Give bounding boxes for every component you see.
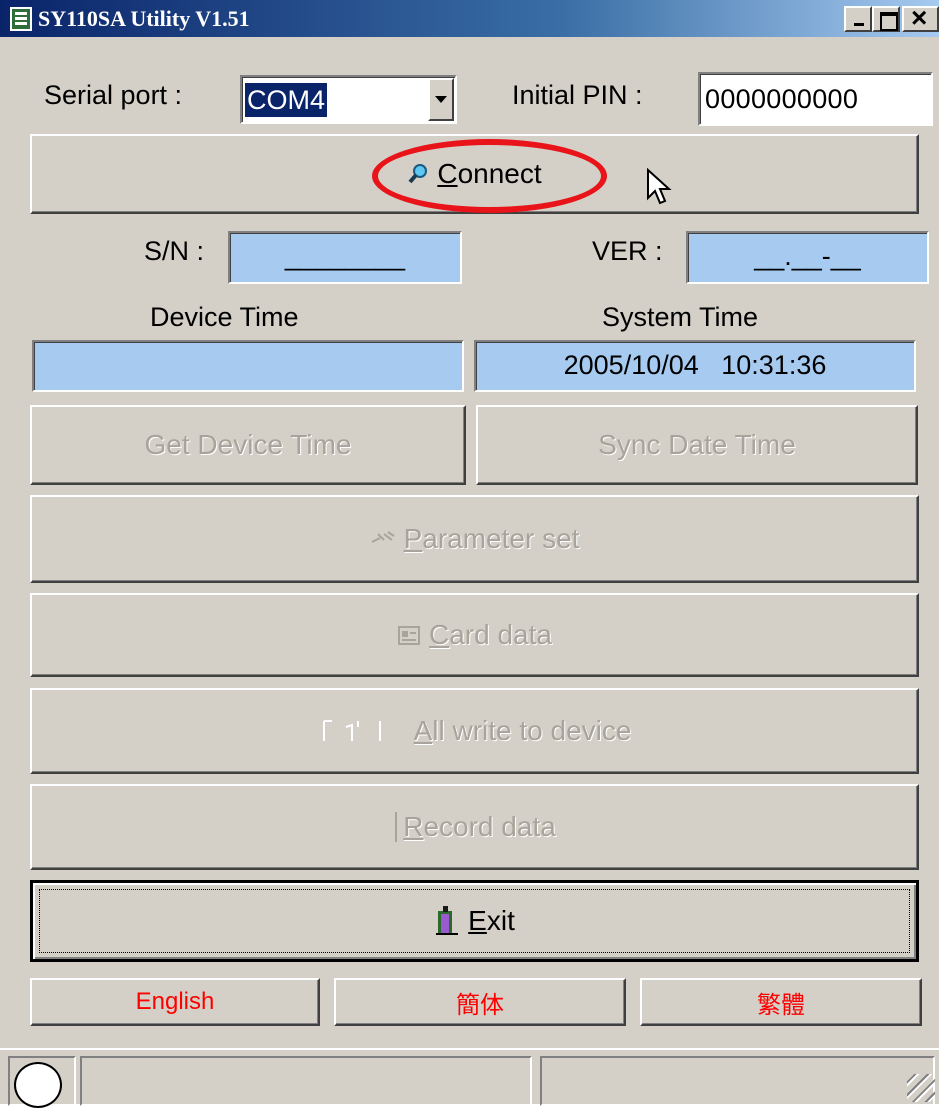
main-window: SY110SA Utility V1.51 Serial port : COM4… [0,0,939,1108]
wrench-icon [371,531,395,543]
card-data-button[interactable]: Card data [30,593,919,677]
window-title: SY110SA Utility V1.51 [38,6,250,31]
exit-label: Exit [468,905,515,936]
exit-button[interactable]: Exit [30,880,919,962]
ver-label: VER : [592,236,663,266]
sn-field: ________ [228,231,462,284]
close-button[interactable] [902,4,939,32]
write-icon [322,720,381,741]
language-english-button[interactable]: English [30,978,320,1026]
system-time-label: System Time [602,302,759,332]
status-panel-message [80,1056,532,1106]
chevron-down-icon[interactable] [428,78,454,121]
device-time-label: Device Time [150,302,299,332]
status-bar [0,1048,939,1108]
initial-pin-value: 0000000000 [705,84,859,114]
language-traditional-chinese-button[interactable]: 繁體 [640,978,922,1026]
serial-port-value: COM4 [245,83,328,117]
minimize-button[interactable] [844,6,872,32]
mouse-cursor-icon [647,168,672,205]
title-bar[interactable]: SY110SA Utility V1.51 [0,0,939,37]
serial-port-select[interactable]: COM4 [240,75,457,124]
get-device-time-button[interactable]: Get Device Time [30,405,466,485]
system-time-field: 2005/10/04 10:31:36 [474,340,916,392]
app-icon [10,7,32,31]
highlight-circle [372,139,607,213]
record-data-button[interactable]: Record data [30,784,919,870]
parameter-set-button[interactable]: Parameter set [30,495,919,583]
exit-door-icon [436,906,459,935]
sn-label: S/N : [144,236,205,266]
initial-pin-label: Initial PIN : [512,80,643,110]
serial-port-label: Serial port : [44,80,183,110]
language-simplified-chinese-button[interactable]: 簡体 [334,978,626,1026]
resize-grip-icon[interactable] [907,1074,935,1102]
card-data-label: Card data [429,619,552,650]
device-time-field [32,340,464,392]
status-indicator-icon [14,1062,62,1108]
maximize-button[interactable] [872,6,900,32]
record-icon [395,812,398,842]
status-panel-info [540,1056,935,1106]
ver-field: __.__-__ [686,231,929,284]
initial-pin-input[interactable]: 0000000000 [698,72,933,126]
all-write-button[interactable]: All write to device [30,688,919,774]
parameter-set-label: Parameter set [403,523,580,554]
all-write-label: All write to device [413,715,632,746]
sync-date-time-button[interactable]: Sync Date Time [476,405,918,485]
card-icon [398,626,420,645]
record-data-label: Record data [403,811,556,842]
